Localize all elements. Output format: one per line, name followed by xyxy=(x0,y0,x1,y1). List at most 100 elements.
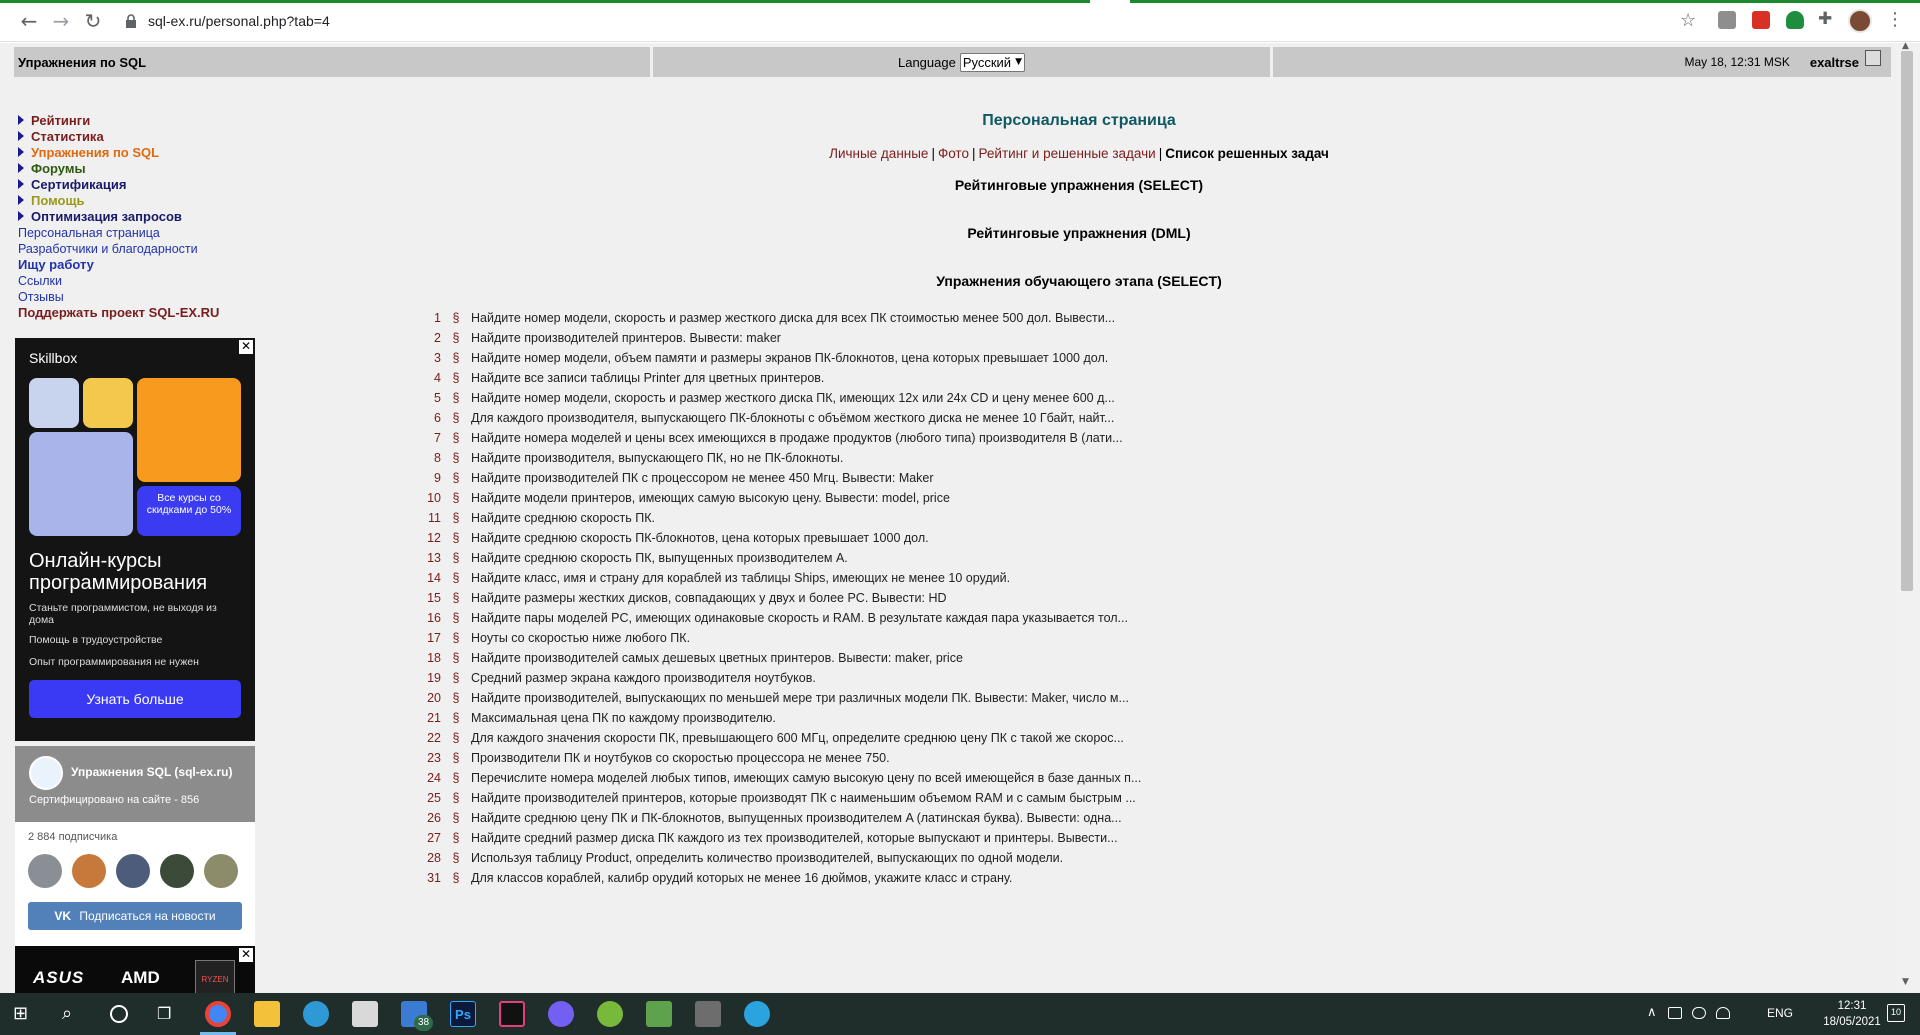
task-section-link[interactable]: § xyxy=(441,408,471,428)
nav-item-forums[interactable]: Форумы xyxy=(18,161,268,177)
skillbox-ad[interactable]: ✕ Skillbox Все курсы со скидками до 50% … xyxy=(15,338,255,741)
tray-chevron-up-icon[interactable]: ∧ xyxy=(1647,1005,1657,1020)
scrollbar-thumb[interactable] xyxy=(1901,51,1913,591)
vk-group-name[interactable]: Упражнения SQL (sql-ex.ru) xyxy=(71,765,232,779)
task-section-link[interactable]: § xyxy=(441,348,471,368)
task-description-link[interactable]: Найдите модели принтеров, имеющих самую … xyxy=(471,488,950,508)
cortana-icon[interactable] xyxy=(110,1005,128,1023)
task-description-link[interactable]: Найдите все записи таблицы Printer для ц… xyxy=(471,368,824,388)
task-view-icon[interactable]: ❐ xyxy=(157,1004,179,1024)
task-description-link[interactable]: Для классов кораблей, калибр орудий кото… xyxy=(471,868,1012,888)
task-description-link[interactable]: Средний размер экрана каждого производит… xyxy=(471,668,816,688)
nav-item-query-optimization[interactable]: Оптимизация запросов xyxy=(18,209,268,225)
nav-item-sql-exercises[interactable]: Упражнения по SQL xyxy=(18,145,268,161)
tray-device-icon[interactable] xyxy=(1668,1007,1682,1019)
nav-label[interactable]: Сертификация xyxy=(31,177,126,192)
nav-label[interactable]: Помощь xyxy=(31,193,84,208)
task-description-link[interactable]: Максимальная цена ПК по каждому производ… xyxy=(471,708,776,728)
task-section-link[interactable]: § xyxy=(441,648,471,668)
username[interactable]: exaltrse xyxy=(1810,55,1859,70)
task-description-link[interactable]: Найдите номер модели, объем памяти и раз… xyxy=(471,348,1108,368)
task-description-link[interactable]: Найдите среднюю цену ПК и ПК-блокнотов, … xyxy=(471,808,1122,828)
task-section-link[interactable]: § xyxy=(441,428,471,448)
task-section-link[interactable]: § xyxy=(441,768,471,788)
task-description-link[interactable]: Найдите среднюю скорость ПК. xyxy=(471,508,655,528)
file-explorer-icon[interactable] xyxy=(254,1001,280,1027)
intellij-icon[interactable] xyxy=(499,1001,525,1027)
browser-menu-icon[interactable]: ⋮ xyxy=(1886,9,1904,30)
lock-icon[interactable] xyxy=(124,13,138,29)
nav-label[interactable]: Упражнения по SQL xyxy=(31,145,159,160)
nav-label[interactable]: Статистика xyxy=(31,129,104,144)
address-bar[interactable]: sql-ex.ru/personal.php?tab=4 xyxy=(148,13,330,29)
task-description-link[interactable]: Найдите размеры жестких дисков, совпадаю… xyxy=(471,588,947,608)
task-description-link[interactable]: Найдите среднюю скорость ПК-блокнотов, ц… xyxy=(471,528,929,548)
pdf-extension-icon[interactable] xyxy=(1752,11,1770,29)
scroll-down-arrow-icon[interactable]: ▼ xyxy=(1902,977,1909,987)
shield-extension-icon[interactable] xyxy=(1786,11,1804,29)
task-description-link[interactable]: Ноуты со скоростью ниже любого ПК. xyxy=(471,628,690,648)
task-description-link[interactable]: Для каждого производителя, выпускающего … xyxy=(471,408,1114,428)
task-section-link[interactable]: § xyxy=(441,328,471,348)
task-section-link[interactable]: § xyxy=(441,668,471,688)
task-section-link[interactable]: § xyxy=(441,508,471,528)
telegram-icon[interactable] xyxy=(744,1001,770,1027)
close-icon[interactable]: ✕ xyxy=(239,948,253,962)
calculator-icon[interactable] xyxy=(695,1001,721,1027)
task-section-link[interactable]: § xyxy=(441,868,471,888)
extension-icon[interactable] xyxy=(1718,11,1736,29)
task-section-link[interactable]: § xyxy=(441,828,471,848)
tab-personal-data[interactable]: Личные данные xyxy=(829,146,928,161)
task-description-link[interactable]: Производители ПК и ноутбуков со скорость… xyxy=(471,748,890,768)
task-section-link[interactable]: § xyxy=(441,588,471,608)
vk-group-logo[interactable] xyxy=(29,756,63,790)
vertical-scrollbar[interactable]: ▲ ▼ xyxy=(1896,41,1920,993)
task-section-link[interactable]: § xyxy=(441,388,471,408)
task-description-link[interactable]: Найдите производителей ПК с процессором … xyxy=(471,468,934,488)
task-description-link[interactable]: Найдите пары моделей PC, имеющих одинако… xyxy=(471,608,1128,628)
home-icon[interactable] xyxy=(1865,50,1881,66)
store-icon[interactable] xyxy=(352,1001,378,1027)
subscriber-avatar[interactable] xyxy=(160,854,194,888)
system-clock[interactable]: 12:31 18/05/2021 xyxy=(1822,998,1882,1030)
task-description-link[interactable]: Найдите средний размер диска ПК каждого … xyxy=(471,828,1118,848)
task-section-link[interactable]: § xyxy=(441,448,471,468)
subscriber-avatar[interactable] xyxy=(72,854,106,888)
task-section-link[interactable]: § xyxy=(441,808,471,828)
task-description-link[interactable]: Найдите номера моделей и цены всех имеющ… xyxy=(471,428,1123,448)
notepad-icon[interactable] xyxy=(646,1001,672,1027)
subscriber-avatar[interactable] xyxy=(28,854,62,888)
tab-photo[interactable]: Фото xyxy=(938,146,969,161)
task-section-link[interactable]: § xyxy=(441,568,471,588)
edge-icon[interactable] xyxy=(303,1001,329,1027)
nav-link-jobs[interactable]: Ищу работу xyxy=(18,257,94,272)
task-section-link[interactable]: § xyxy=(441,728,471,748)
bookmark-star-icon[interactable]: ☆ xyxy=(1680,10,1696,31)
task-description-link[interactable]: Перечислите номера моделей любых типов, … xyxy=(471,768,1141,788)
language-select[interactable]: Русский ▼ xyxy=(959,52,1025,72)
input-language[interactable]: ENG xyxy=(1767,1006,1793,1020)
task-description-link[interactable]: Найдите класс, имя и страну для кораблей… xyxy=(471,568,1010,588)
task-section-link[interactable]: § xyxy=(441,468,471,488)
task-section-link[interactable]: § xyxy=(441,548,471,568)
scroll-up-arrow-icon[interactable]: ▲ xyxy=(1902,41,1909,51)
nav-link-developers[interactable]: Разработчики и благодарности xyxy=(18,242,198,256)
notification-center-icon[interactable]: 10 xyxy=(1887,1004,1905,1022)
task-section-link[interactable]: § xyxy=(441,488,471,508)
task-description-link[interactable]: Найдите среднюю скорость ПК, выпущенных … xyxy=(471,548,848,568)
task-description-link[interactable]: Найдите производителя, выпускающего ПК, … xyxy=(471,448,843,468)
task-section-link[interactable]: § xyxy=(441,608,471,628)
nav-label[interactable]: Форумы xyxy=(31,161,86,176)
volume-icon[interactable] xyxy=(1740,1007,1754,1019)
task-section-link[interactable]: § xyxy=(441,688,471,708)
task-section-link[interactable]: § xyxy=(441,628,471,648)
nav-label[interactable]: Оптимизация запросов xyxy=(31,209,182,224)
nav-link-support-project[interactable]: Поддержать проект SQL-EX.RU xyxy=(18,305,219,320)
photoshop-icon[interactable]: Ps xyxy=(450,1001,476,1027)
forward-button[interactable]: → xyxy=(50,10,72,32)
task-section-link[interactable]: § xyxy=(441,848,471,868)
onedrive-cloud-icon[interactable] xyxy=(1692,1007,1706,1019)
task-section-link[interactable]: § xyxy=(441,708,471,728)
utorrent-icon[interactable] xyxy=(597,1001,623,1027)
task-description-link[interactable]: Найдите номер модели, скорость и размер … xyxy=(471,308,1115,328)
